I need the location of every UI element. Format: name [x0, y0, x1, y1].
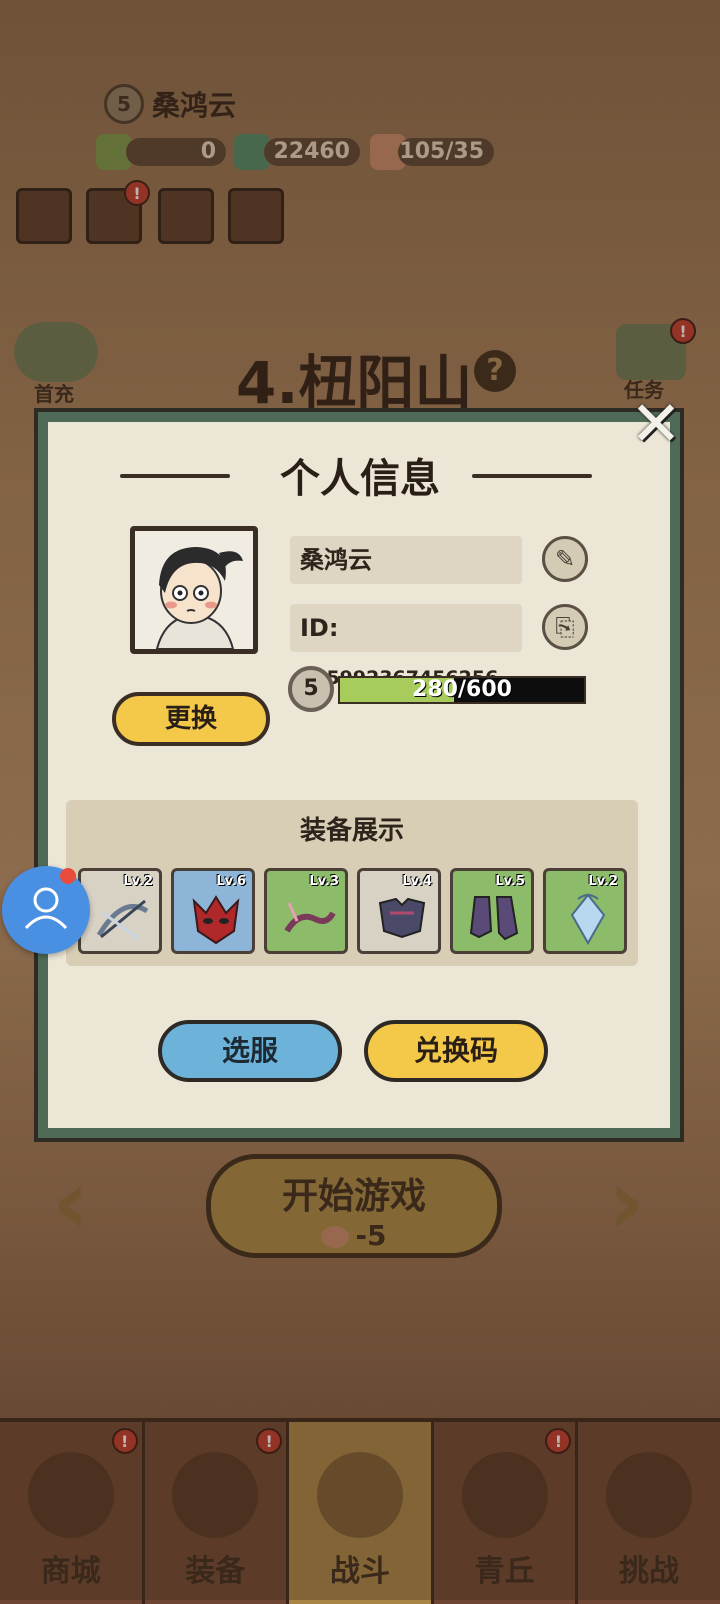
equipment-slot-pendant[interactable]: Lv.2 — [543, 868, 627, 954]
notification-dot — [60, 868, 76, 884]
equipment-level: Lv.6 — [216, 874, 246, 889]
player-name-field: 桑鸿云 — [290, 536, 522, 584]
pendant-icon — [570, 893, 606, 946]
character-avatar-icon — [135, 531, 253, 649]
redeem-code-button[interactable]: 兑换码 — [364, 1020, 548, 1082]
xp-progress-bar: 280/600 — [338, 676, 586, 704]
xp-progress-text: 280/600 — [412, 677, 512, 702]
floating-user-button[interactable] — [2, 866, 90, 954]
armor-icon — [378, 897, 426, 939]
copy-id-icon[interactable]: ⎘ — [542, 604, 588, 650]
edit-name-brush-icon[interactable]: ✎ — [542, 536, 588, 582]
player-level-icon: 5 — [288, 666, 334, 712]
equipment-level: Lv.4 — [402, 874, 432, 889]
player-id-field: ID: 375992367456256 — [290, 604, 522, 689]
profile-modal — [34, 408, 684, 1142]
user-icon — [24, 887, 68, 930]
equipment-slot-boots[interactable]: Lv.5 — [450, 868, 534, 954]
close-icon[interactable]: ✕ — [630, 393, 682, 455]
equipment-slot-crossbow[interactable]: Lv.2 — [78, 868, 162, 954]
player-id-label: ID: — [300, 614, 339, 642]
equipment-slot-mask[interactable]: Lv.6 — [171, 868, 255, 954]
equipment-slot-bracer[interactable]: Lv.3 — [264, 868, 348, 954]
player-portrait — [130, 526, 258, 654]
boots-icon — [469, 896, 519, 941]
modal-title: 个人信息 — [280, 456, 440, 502]
select-server-button[interactable]: 选服 — [158, 1020, 342, 1082]
equipment-level: Lv.3 — [309, 874, 339, 889]
equipment-level: Lv.2 — [588, 874, 618, 889]
demon-mask-icon — [192, 895, 240, 945]
equipment-level: Lv.5 — [495, 874, 525, 889]
equipment-slot-armor[interactable]: Lv.4 — [357, 868, 441, 954]
crossbow-icon — [96, 899, 149, 941]
equipment-showcase-title: 装备展示 — [299, 816, 404, 846]
bracer-icon — [284, 902, 336, 933]
change-avatar-button[interactable]: 更换 — [112, 692, 270, 746]
equipment-level: Lv.2 — [123, 874, 153, 889]
